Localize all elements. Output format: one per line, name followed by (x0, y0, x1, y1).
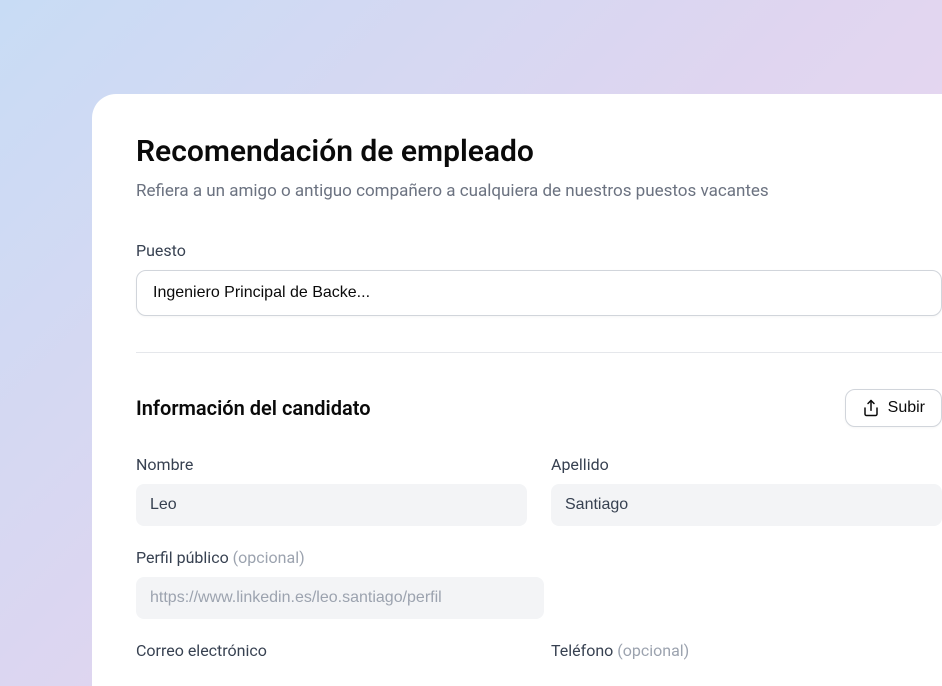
contact-row: Correo electrónico Teléfono (opcional) (136, 641, 942, 670)
position-label: Puesto (136, 241, 942, 260)
candidate-section-title: Información del candidato (136, 396, 371, 420)
email-group: Correo electrónico (136, 641, 527, 670)
last-name-input[interactable] (551, 484, 942, 526)
phone-optional-tag: (opcional) (617, 641, 689, 660)
name-row: Nombre Apellido (136, 455, 942, 526)
email-label: Correo electrónico (136, 641, 527, 660)
profile-optional-tag: (opcional) (233, 548, 305, 567)
position-field-group: Puesto Ingeniero Principal de Backe... (136, 241, 942, 316)
last-name-group: Apellido (551, 455, 942, 526)
page-title: Recomendación de empleado (136, 134, 942, 169)
page-subtitle: Refiera a un amigo o antiguo compañero a… (136, 181, 942, 201)
first-name-input[interactable] (136, 484, 527, 526)
phone-group: Teléfono (opcional) (551, 641, 942, 670)
referral-form-card: Recomendación de empleado Refiera a un a… (92, 94, 942, 686)
first-name-label: Nombre (136, 455, 527, 474)
section-divider (136, 352, 942, 353)
profile-group: Perfil público (opcional) (136, 548, 942, 619)
profile-label: Perfil público (opcional) (136, 548, 942, 567)
upload-button[interactable]: Subir (845, 389, 942, 427)
upload-icon (862, 399, 880, 417)
first-name-group: Nombre (136, 455, 527, 526)
profile-row: Perfil público (opcional) (136, 548, 942, 619)
profile-input[interactable] (136, 577, 544, 619)
phone-label: Teléfono (opcional) (551, 641, 942, 660)
position-select[interactable]: Ingeniero Principal de Backe... (136, 270, 942, 316)
candidate-section-header: Información del candidato Subir (136, 389, 942, 427)
upload-button-label: Subir (888, 399, 925, 417)
last-name-label: Apellido (551, 455, 942, 474)
